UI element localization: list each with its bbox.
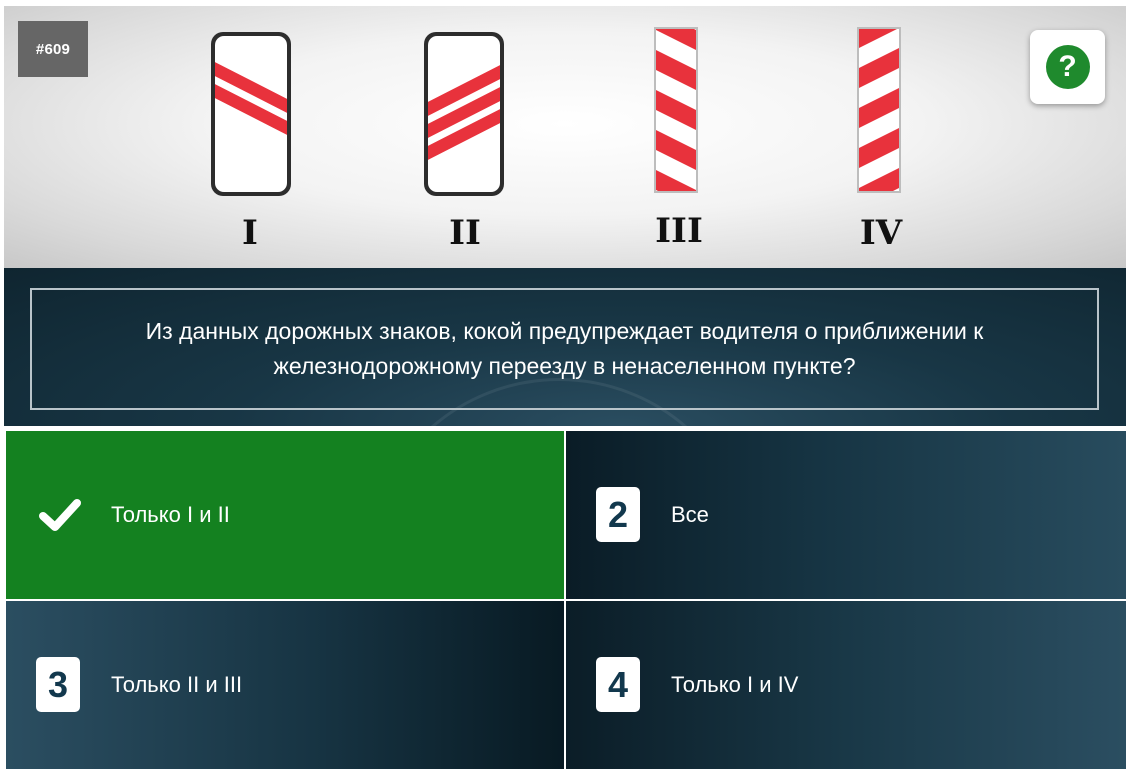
checkmark-icon — [39, 499, 81, 531]
answer-number-3: 3 — [36, 657, 80, 712]
sign-ii — [424, 32, 504, 196]
answer-text-2: Все — [671, 502, 709, 527]
question-text: Из данных дорожных знаков, кокой предупр… — [145, 318, 984, 379]
answer-number-2: 2 — [596, 487, 640, 542]
sign-label-i: I — [242, 213, 258, 253]
answer-text-3: Только II и III — [111, 672, 243, 697]
sign-iv — [857, 27, 901, 193]
answer-text-1: Только I и II — [111, 502, 230, 527]
sign-label-iv: IV — [859, 213, 903, 253]
answer-option-3[interactable]: 3 Только II и III — [6, 601, 564, 769]
answer-option-2[interactable]: 2 Все — [566, 431, 1126, 599]
sign-iii — [654, 27, 698, 193]
sign-label-ii: II — [449, 213, 481, 253]
question-id: #609 — [18, 21, 88, 77]
answer-number-4: 4 — [596, 657, 640, 712]
question-box: Из данных дорожных знаков, кокой предупр… — [30, 288, 1099, 410]
question-mark-icon: ? — [1045, 45, 1090, 89]
sign-label-iii: III — [655, 211, 703, 251]
answer-option-4[interactable]: 4 Только I и IV — [566, 601, 1126, 769]
question-panel: Из данных дорожных знаков, кокой предупр… — [4, 268, 1126, 426]
sign-i — [211, 32, 291, 196]
question-image: #609 I II III IV ? — [4, 6, 1126, 268]
answer-option-1[interactable]: Только I и II — [6, 431, 564, 599]
help-button[interactable]: ? — [1030, 30, 1105, 104]
answer-text-4: Только I и IV — [671, 672, 799, 697]
